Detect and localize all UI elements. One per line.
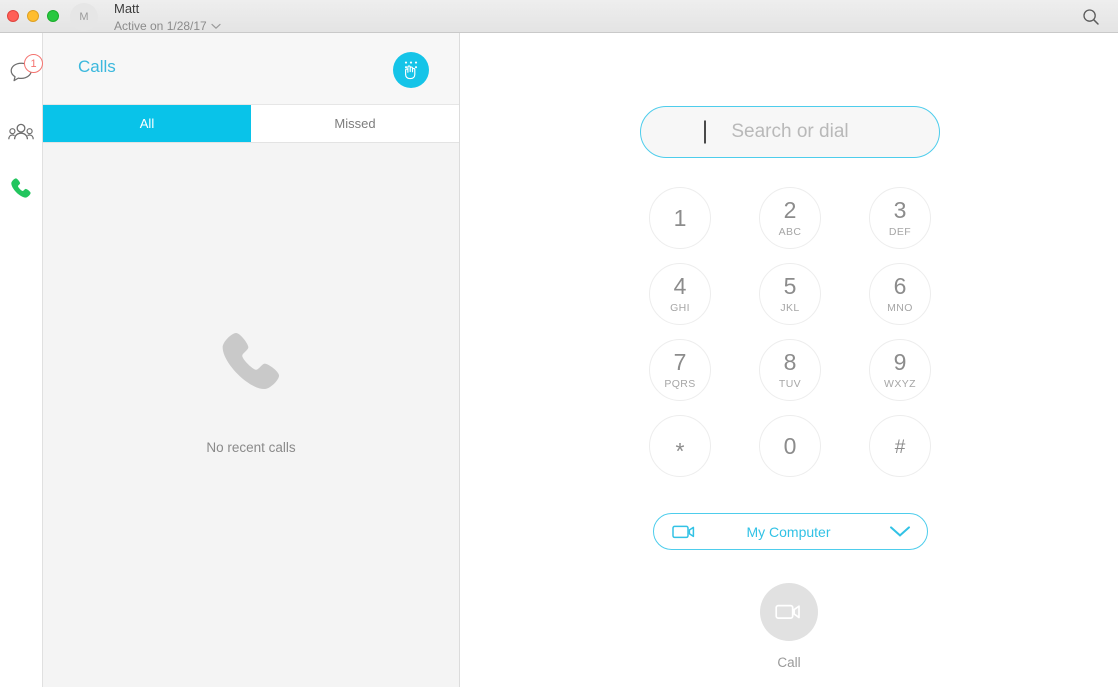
dialpad-key-6[interactable]: 6 MNO [869,263,931,325]
dialpad-key-1[interactable]: 1 [649,187,711,249]
dialpad-key-digit: * [675,437,685,464]
dialpad-key-digit: 8 [783,348,797,375]
search-or-dial-field[interactable]: Search or dial [640,106,940,158]
user-status: Active on 1/28/17 [114,19,207,34]
chat-unread-badge: 1 [24,54,43,73]
empty-state: No recent calls [43,323,459,457]
dialpad-key-letters: DEF [888,225,912,238]
dialpad-key-digit: 9 [893,348,907,375]
minimize-window-button[interactable] [27,10,39,22]
calls-tabs: All Missed [43,105,459,143]
dialpad-key-letters: PQRS [664,377,696,390]
sidebar-item-calls[interactable] [0,162,42,214]
phone-handset-icon [11,178,31,198]
dialpad-key-digit: 1 [673,204,687,231]
dialpad-row: * 0 # [649,415,931,477]
contacts-group-icon [8,123,34,140]
sidebar-rail: 1 [0,33,43,687]
sidebar-item-contacts[interactable] [0,106,42,158]
dialpad-keypad: 1 2 ABC 3 DEF 4 GHI 5 JKL 6 MNO 7 PQRS 8… [649,187,931,491]
dialpad-hand-icon [404,61,418,80]
dialpad-key-0[interactable]: 0 [759,415,821,477]
calls-list-panel: Calls All Missed No recent calls [43,33,460,687]
video-camera-icon [775,604,800,619]
avatar-initial: M [79,11,89,23]
dialpad-key-3[interactable]: 3 DEF [869,187,931,249]
dialpad-row: 4 GHI 5 JKL 6 MNO [649,263,931,325]
search-input[interactable]: Search or dial [731,121,848,143]
dialpad-row: 1 2 ABC 3 DEF [649,187,931,249]
dialpad-key-5[interactable]: 5 JKL [759,263,821,325]
chevron-down-icon[interactable] [889,525,911,538]
maximize-window-button[interactable] [47,10,59,22]
open-dialpad-button[interactable] [393,52,429,88]
dialpad-key-digit: 3 [893,196,907,223]
dialpad-key-digit: 0 [783,432,797,459]
tab-missed-label: Missed [334,116,376,131]
user-name: Matt [114,1,140,16]
empty-state-text: No recent calls [206,440,296,455]
app-window: M Matt Active on 1/28/17 1 Calls All Mis… [0,0,1118,687]
dialpad-key-digit: 2 [783,196,797,223]
close-window-button[interactable] [7,10,19,22]
call-device-label: My Computer [746,523,831,540]
dialpad-key-digit: 7 [673,348,687,375]
dial-panel: Search or dial 1 2 ABC 3 DEF 4 GHI 5 JKL… [460,33,1118,687]
text-caret [704,120,706,144]
dialpad-key-letters: ABC [778,225,802,238]
dialpad-key-digit: # [894,436,906,458]
dialpad-key-2[interactable]: 2 ABC [759,187,821,249]
dialpad-key-letters: WXYZ [884,377,916,390]
dialpad-key-7[interactable]: 7 PQRS [649,339,711,401]
tab-all-label: All [139,116,155,131]
search-icon[interactable] [1076,2,1106,32]
dialpad-key-letters: GHI [670,301,690,314]
window-controls [7,10,59,22]
calls-header: Calls [43,33,459,105]
call-button[interactable] [760,583,818,641]
dialpad-key-letters: TUV [778,377,802,390]
dialpad-key-hash[interactable]: # [869,415,931,477]
tab-all[interactable]: All [43,105,251,142]
tab-missed[interactable]: Missed [251,105,459,142]
dialpad-row: 7 PQRS 8 TUV 9 WXYZ [649,339,931,401]
sidebar-item-chat[interactable]: 1 [0,46,43,98]
call-action: Call [460,583,1118,670]
dialpad-key-digit: 5 [783,272,797,299]
dialpad-key-9[interactable]: 9 WXYZ [869,339,931,401]
phone-handset-icon [222,332,280,390]
call-button-label: Call [777,655,801,670]
dialpad-key-letters: MNO [887,301,913,314]
dialpad-key-star[interactable]: * [649,415,711,477]
dialpad-key-letters: JKL [780,301,800,314]
dialpad-key-8[interactable]: 8 TUV [759,339,821,401]
dialpad-key-digit: 4 [673,272,687,299]
avatar[interactable]: M [70,3,98,31]
dialpad-key-digit: 6 [893,272,907,299]
page-title: Calls [78,57,116,76]
dialpad-key-4[interactable]: 4 GHI [649,263,711,325]
call-device-select[interactable]: My Computer [653,513,928,550]
title-bar: M Matt Active on 1/28/17 [0,0,1118,33]
